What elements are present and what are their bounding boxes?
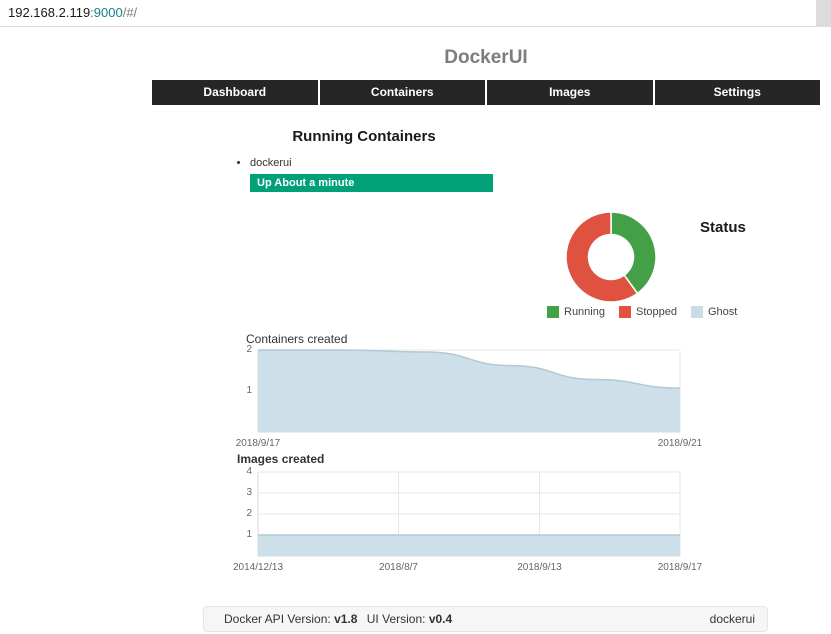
containers-created-chart: 2 1 2018/9/17 2018/9/21 xyxy=(228,344,708,455)
api-version-value: v1.8 xyxy=(334,612,358,626)
x-axis-tick-label: 2018/9/13 xyxy=(517,562,562,573)
nav-tab-settings[interactable]: Settings xyxy=(654,80,820,105)
page-title: DockerUI xyxy=(444,47,528,68)
images-created-chart: 4 3 2 1 2014/12/13 2018/8/7 2018/9/13 2018/9/17 xyxy=(228,466,708,580)
legend-label-running: Running xyxy=(564,306,605,318)
running-containers-list: dockerui Up About a minute xyxy=(234,157,493,192)
ui-version-label: UI Version: xyxy=(366,612,426,626)
footer-bar: Docker API Version: v1.8 UI Version: v0.… xyxy=(203,606,768,632)
images-created-label: Images created xyxy=(237,452,325,466)
footer-brand: dockerui xyxy=(709,612,755,626)
x-axis-tick-label: 2018/9/17 xyxy=(235,438,281,449)
x-axis-tick-label: 2018/8/7 xyxy=(379,562,418,573)
y-axis-tick-label: 3 xyxy=(246,487,252,498)
status-chart-legend: Running Stopped Ghost xyxy=(547,306,751,318)
nav-tab-images[interactable]: Images xyxy=(487,80,653,105)
x-axis-tick-label: 2018/9/17 xyxy=(657,562,703,573)
footer-versions: Docker API Version: v1.8 UI Version: v0.… xyxy=(224,612,458,626)
browser-scrollbar[interactable] xyxy=(816,0,831,27)
legend-swatch-stopped xyxy=(618,306,631,318)
y-axis-tick-label: 1 xyxy=(246,529,252,540)
y-axis-tick-label: 1 xyxy=(246,385,252,396)
x-axis-tick-label: 2014/12/13 xyxy=(232,562,284,573)
legend-swatch-running xyxy=(547,306,559,318)
list-item: dockerui Up About a minute xyxy=(250,157,493,192)
url-host: 192.168.2.119 xyxy=(8,5,91,20)
api-version-label: Docker API Version: xyxy=(224,612,331,626)
legend-label-ghost: Ghost xyxy=(707,306,738,318)
browser-url-bar[interactable]: 192.168.2.119:9000/#/ xyxy=(0,0,831,27)
chart-plot-area xyxy=(257,471,681,557)
y-axis-tick-label: 4 xyxy=(246,466,252,477)
running-containers-title: Running Containers xyxy=(292,128,436,145)
status-donut-chart xyxy=(565,211,657,303)
x-axis-tick-label: 2018/9/21 xyxy=(657,438,703,449)
chart-plot-area xyxy=(257,349,681,433)
url-port: :9000 xyxy=(90,5,123,20)
nav-tab-containers[interactable]: Containers xyxy=(319,80,485,105)
y-axis-tick-label: 2 xyxy=(246,508,252,519)
legend-swatch-ghost xyxy=(690,306,703,318)
main-nav: Dashboard Containers Images Settings xyxy=(152,80,820,105)
status-title: Status xyxy=(700,219,746,236)
containers-created-label: Containers created xyxy=(246,332,348,346)
url-path: /#/ xyxy=(122,5,138,20)
ui-version-value: v0.4 xyxy=(428,612,453,626)
container-name-link[interactable]: dockerui xyxy=(250,157,292,169)
nav-tab-dashboard[interactable]: Dashboard xyxy=(152,80,318,105)
legend-label-stopped: Stopped xyxy=(635,306,677,318)
y-axis-tick-label: 2 xyxy=(246,344,252,355)
container-status-badge: Up About a minute xyxy=(250,174,493,192)
